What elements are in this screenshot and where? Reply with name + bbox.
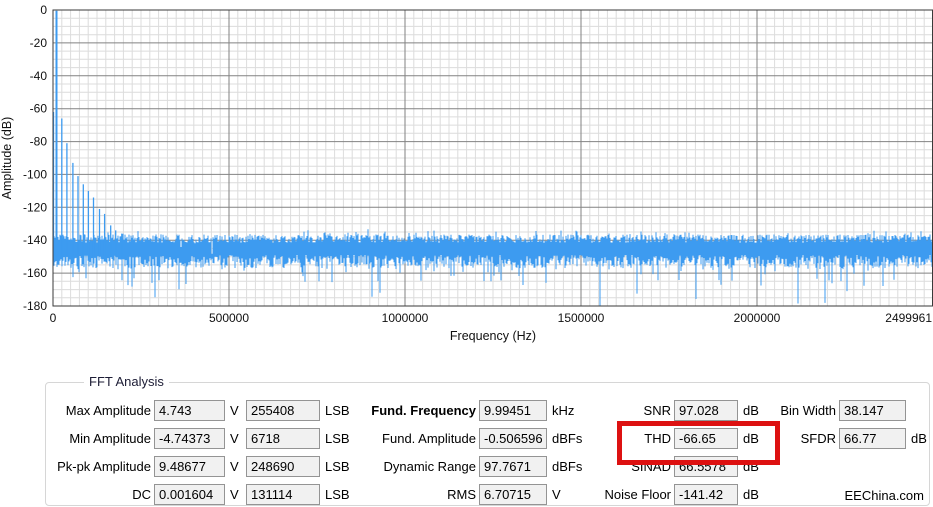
- y-tick-label: -140: [23, 233, 47, 247]
- fund-amplitude-field[interactable]: -0.506596: [479, 428, 547, 449]
- max-amplitude-lsb-field[interactable]: 255408: [246, 400, 320, 421]
- y-tick-label: -40: [30, 69, 48, 83]
- y-tick-label: -20: [30, 36, 48, 50]
- snr-field[interactable]: 97.028: [674, 400, 738, 421]
- y-tick-label: -160: [23, 266, 47, 280]
- sinad-row: SINAD 66.5578 dB: [586, 456, 759, 477]
- max-amplitude-v-field[interactable]: 4.743: [154, 400, 225, 421]
- dc-lsb-field[interactable]: 131114: [246, 484, 320, 505]
- x-tick-label: 0: [50, 311, 57, 325]
- fund-amplitude-label: Fund. Amplitude: [382, 431, 476, 446]
- snr-row: SNR 97.028 dB: [586, 400, 759, 421]
- volts-unit-label: V: [230, 403, 239, 418]
- watermark-text: EEChina.com: [844, 488, 924, 503]
- x-tick-label: 500000: [209, 311, 249, 325]
- bin-width-field[interactable]: 38.147: [839, 400, 906, 421]
- pkpk-amplitude-row: Pk-pk Amplitude 9.48677 V 248690 LSB: [46, 456, 350, 477]
- pkpk-amplitude-v-field[interactable]: 9.48677: [154, 456, 225, 477]
- x-axis-title: Frequency (Hz): [450, 329, 536, 343]
- sinad-label: SINAD: [631, 459, 671, 474]
- fund-frequency-field[interactable]: 9.99451: [479, 400, 547, 421]
- min-amplitude-label: Min Amplitude: [69, 431, 151, 446]
- fund-frequency-row: Fund. Frequency 9.99451 kHz: [326, 400, 582, 421]
- fund-frequency-label: Fund. Frequency: [371, 403, 476, 418]
- metrics-column: SNR 97.028 dB THD -66.65 dB SINAD 66.557…: [586, 400, 759, 507]
- fft-spectrum-chart: 0 -20 -40 -60 -80 -100 -120 -140 -160 -180 0 500000…: [0, 0, 933, 352]
- pkpk-amplitude-label: Pk-pk Amplitude: [57, 459, 151, 474]
- bin-width-row: Bin Width 38.147: [746, 400, 927, 421]
- sfdr-row: SFDR 66.77 dB: [746, 428, 927, 449]
- dbfs-unit-label: dBFs: [552, 459, 583, 474]
- max-amplitude-label: Max Amplitude: [65, 403, 151, 418]
- dynamic-range-field[interactable]: 97.7671: [479, 456, 547, 477]
- bin-column: Bin Width 38.147 SFDR 66.77 dB: [746, 400, 927, 456]
- dbfs-unit-label: dBFs: [552, 431, 583, 446]
- fft-analysis-groupbox: FFT Analysis Max Amplitude 4.743 V 25540…: [45, 374, 930, 507]
- thd-label: THD: [644, 431, 671, 446]
- y-tick-label: -180: [23, 299, 47, 313]
- fft-analyzer-window: 0 -20 -40 -60 -80 -100 -120 -140 -160 -180 0 500000…: [0, 0, 933, 507]
- min-amplitude-v-field[interactable]: -4.74373: [154, 428, 225, 449]
- dc-v-field[interactable]: 0.001604: [154, 484, 225, 505]
- rms-row: RMS 6.70715 V: [326, 484, 582, 505]
- bin-width-label: Bin Width: [780, 403, 836, 418]
- volts-unit-label: V: [552, 487, 561, 502]
- groupbox-title: FFT Analysis: [84, 374, 169, 389]
- min-amplitude-row: Min Amplitude -4.74373 V 6718 LSB: [46, 428, 350, 449]
- y-tick-label: -60: [30, 102, 48, 116]
- db-unit-label: dB: [743, 459, 759, 474]
- x-tick-label: 1000000: [382, 311, 429, 325]
- y-axis-title: Amplitude (dB): [0, 117, 14, 200]
- sfdr-field[interactable]: 66.77: [839, 428, 906, 449]
- amplitude-column: Max Amplitude 4.743 V 255408 LSB Min Amp…: [46, 400, 350, 507]
- volts-unit-label: V: [230, 487, 239, 502]
- thd-row: THD -66.65 dB: [586, 428, 759, 449]
- noise-floor-row: Noise Floor -141.42 dB: [586, 484, 759, 505]
- x-tick-label: 2499961: [885, 311, 932, 325]
- min-amplitude-lsb-field[interactable]: 6718: [246, 428, 320, 449]
- rms-label: RMS: [447, 487, 476, 502]
- pkpk-amplitude-lsb-field[interactable]: 248690: [246, 456, 320, 477]
- y-tick-label: -120: [23, 200, 47, 214]
- y-tick-label: 0: [40, 3, 47, 17]
- rms-field[interactable]: 6.70715: [479, 484, 547, 505]
- y-tick-label: -80: [30, 135, 48, 149]
- x-tick-label: 2000000: [734, 311, 781, 325]
- volts-unit-label: V: [230, 431, 239, 446]
- noise-floor-field[interactable]: -141.42: [674, 484, 738, 505]
- dynamic-range-label: Dynamic Range: [383, 459, 477, 474]
- y-tick-label: -100: [23, 167, 47, 181]
- sfdr-label: SFDR: [800, 431, 836, 446]
- khz-unit-label: kHz: [552, 403, 575, 418]
- db-unit-label: dB: [743, 487, 759, 502]
- sinad-field[interactable]: 66.5578: [674, 456, 738, 477]
- db-unit-label: dB: [911, 431, 927, 446]
- max-amplitude-row: Max Amplitude 4.743 V 255408 LSB: [46, 400, 350, 421]
- fundamental-column: Fund. Frequency 9.99451 kHz Fund. Amplit…: [326, 400, 582, 507]
- snr-label: SNR: [643, 403, 671, 418]
- fund-amplitude-row: Fund. Amplitude -0.506596 dBFs: [326, 428, 582, 449]
- dc-row: DC 0.001604 V 131114 LSB: [46, 484, 350, 505]
- dynamic-range-row: Dynamic Range 97.7671 dBFs: [326, 456, 582, 477]
- x-tick-label: 1500000: [558, 311, 605, 325]
- volts-unit-label: V: [230, 459, 239, 474]
- thd-field[interactable]: -66.65: [674, 428, 738, 449]
- dc-label: DC: [132, 487, 151, 502]
- fft-spectrum-plot: 0-20-40-60-80-100-120-140-160-1800 500000…: [0, 3, 933, 343]
- noise-floor-label: Noise Floor: [604, 487, 671, 502]
